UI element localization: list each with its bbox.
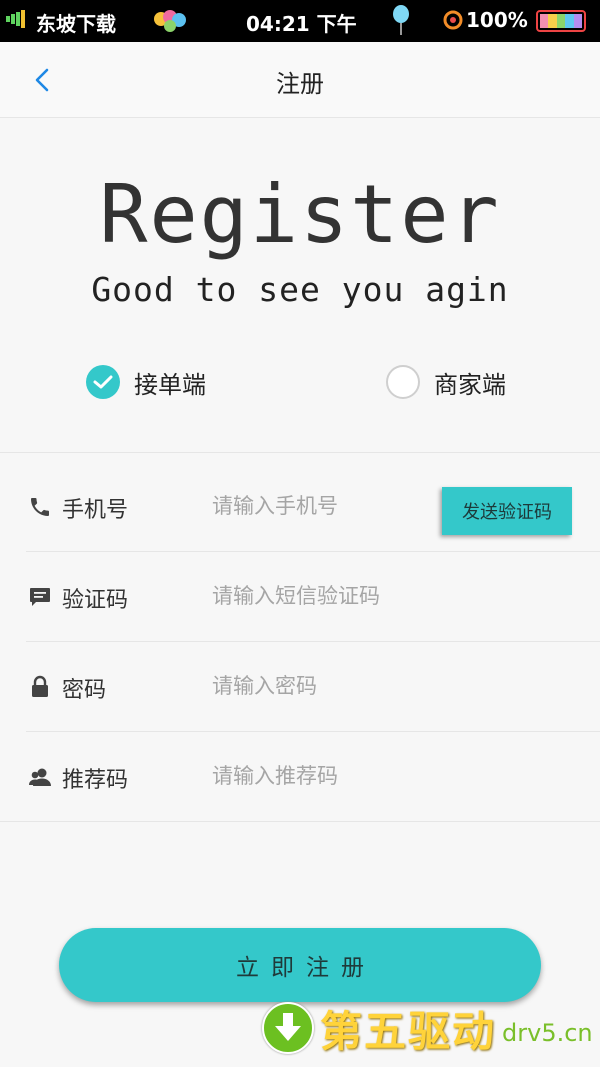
phone-label: 手机号 (62, 498, 129, 523)
hero-title: Register (99, 168, 501, 261)
signal-icon (6, 10, 26, 28)
divider (0, 452, 600, 453)
referral-row: 推荐码 (26, 732, 600, 822)
code-label: 验证码 (62, 588, 129, 613)
divider (0, 821, 600, 822)
carrier-name: 东坡下载 (36, 12, 116, 36)
password-row: 密码 (26, 642, 600, 732)
phone-icon (31, 498, 49, 516)
phone-row: 手机号 发送验证码 (26, 462, 600, 552)
radio-checked-icon (86, 365, 120, 399)
balloon-pin-icon (390, 4, 412, 36)
password-input[interactable] (212, 668, 572, 704)
watermark-brand: 第五驱动 (320, 1006, 497, 1056)
send-code-button[interactable]: 发送验证码 (442, 487, 572, 535)
hero-subtitle: Good to see you agin (91, 270, 509, 309)
password-label: 密码 (62, 678, 107, 703)
watermark: 第五驱动 drv5.cn (262, 998, 593, 1058)
balloon-icon (152, 9, 188, 35)
clock: 04:21 下午 (246, 12, 357, 36)
download-arrow-icon (262, 1002, 314, 1054)
lock-icon (32, 675, 48, 697)
register-submit-button[interactable]: 立即注册 (59, 928, 541, 1002)
referral-input[interactable] (212, 758, 572, 794)
referral-label: 推荐码 (62, 768, 129, 793)
code-input[interactable] (212, 578, 572, 614)
page-title: 注册 (276, 70, 324, 98)
nav-bar: 注册 (0, 42, 600, 118)
code-row: 验证码 (26, 552, 600, 642)
battery-icon (536, 10, 586, 32)
radio-unchecked-icon (386, 365, 420, 399)
status-bar: 东坡下载 04:21 下午 100% (0, 0, 600, 42)
role-courier-option[interactable]: 接单端 (86, 364, 206, 400)
role-courier-label: 接单端 (134, 370, 206, 399)
location-icon (442, 9, 464, 31)
role-merchant-option[interactable]: 商家端 (386, 364, 506, 400)
user-icon (29, 768, 51, 786)
phone-input[interactable] (212, 488, 436, 524)
role-merchant-label: 商家端 (434, 370, 506, 399)
battery-percent: 100% (466, 8, 528, 32)
message-icon (30, 588, 50, 606)
watermark-domain: drv5.cn (502, 1019, 593, 1047)
